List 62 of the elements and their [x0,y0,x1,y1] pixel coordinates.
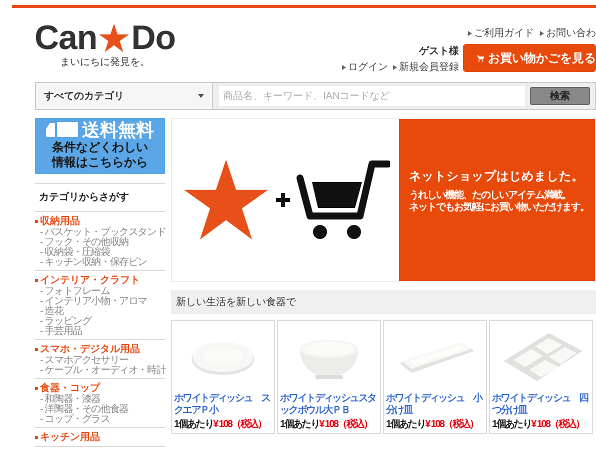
subcategory-link[interactable]: - 和陶器・漆器 [35,395,165,405]
subcategory-link[interactable]: - インテリア小物・アロマ [35,297,165,307]
product-price: ¥ 108（税込） [531,419,584,431]
product-name-link[interactable]: ホワイトディッシュ 小分け皿 [386,393,484,417]
logo-tagline: まいにちに発見を。 [60,57,150,69]
category-dropdown[interactable]: すべてのカテゴリ [36,83,213,109]
category-link[interactable]: キッチン用品 [35,431,165,444]
hero-heading: ネットショップはじめました。 [409,168,585,184]
subcategory-link[interactable]: - 洋陶器・その他食器 [35,405,165,415]
star-icon [99,23,130,53]
search-field[interactable]: 商品名、キーワード、IANコードなど [219,86,525,106]
view-cart-button[interactable]: お買い物かごを見る [463,44,596,72]
product-price: ¥ 108（税込） [425,419,478,431]
category-link[interactable]: スマホ・デジタル用品 [35,343,165,356]
cart-icon [477,52,484,64]
guest-label: ゲスト様 [419,46,459,58]
bullet-icon [35,387,38,390]
search-button[interactable]: 検索 [530,87,590,105]
triangle-icon [540,30,544,36]
caret-icon [198,94,204,98]
subcategory-link[interactable]: - ラッピング [35,317,165,327]
hero-text: うれしい機能、たのしいアイテム満載。 [409,190,572,202]
bullet-icon [35,279,38,282]
bullet-icon [35,436,38,439]
sidebar-heading: カテゴリからさがす [35,184,165,212]
unit-label: 1個あたり [386,419,426,431]
product-price: ¥ 108（税込） [319,419,372,431]
product-price: ¥ 108（税込） [213,419,266,431]
triangle-icon [393,64,397,70]
product-name-link[interactable]: ホワイトディッシュ スクエアＰ小 [174,393,272,417]
unit-label: 1個あたり [174,419,214,431]
subcategory-link[interactable]: - 収納袋・圧縮袋 [35,248,165,258]
free-shipping-banner[interactable]: 送料無料 条件などくわしい 情報はこちらから [35,118,165,174]
bullet-icon [35,220,38,223]
hero-text: ネットでもお気軽にお買い物いただけます。 [409,202,590,214]
unit-label: 1個あたり [492,419,532,431]
account-link[interactable]: 新規会員登録 [393,62,459,74]
triangle-icon [342,64,346,70]
product-name-link[interactable]: ホワイトディッシュ 四つ分け皿 [492,393,590,417]
category-link[interactable]: 食器・コップ [35,382,165,395]
header-link[interactable]: ご利用ガイド [468,28,534,42]
unit-label: 1個あたり [280,419,320,431]
truck-icon [46,121,78,139]
subcategory-link[interactable]: - フック・その他収納 [35,238,165,248]
bullet-icon [35,348,38,351]
header-link[interactable]: お問い合わ [540,28,596,42]
subcategory-link[interactable]: - 手芸用品 [35,327,165,337]
logo-text: Do [131,20,176,56]
category-link[interactable]: インテリア・クラフト [35,274,165,287]
subcategory-link[interactable]: - コップ・グラス [35,415,165,425]
subcategory-link[interactable]: - ケーブル・オーディオ・時計 [35,366,165,376]
section-title: 新しい生活を新しい食器で [176,296,296,310]
product-name-link[interactable]: ホワイトディッシュスタックボウル大ＰＢ [280,393,378,417]
subcategory-link[interactable]: - バスケット・ブックスタンド [35,228,165,238]
subcategory-link[interactable]: - スマホアクセサリー [35,356,165,366]
triangle-icon [468,30,472,36]
logo-text: Can [34,20,98,56]
account-link[interactable]: ログイン [342,62,388,74]
subcategory-link[interactable]: - フォトフレーム [35,287,165,297]
subcategory-link[interactable]: - 造花 [35,307,165,317]
category-link[interactable]: 収納用品 [35,215,165,228]
subcategory-link[interactable]: - キッチン収納・保存ビン [35,258,165,268]
